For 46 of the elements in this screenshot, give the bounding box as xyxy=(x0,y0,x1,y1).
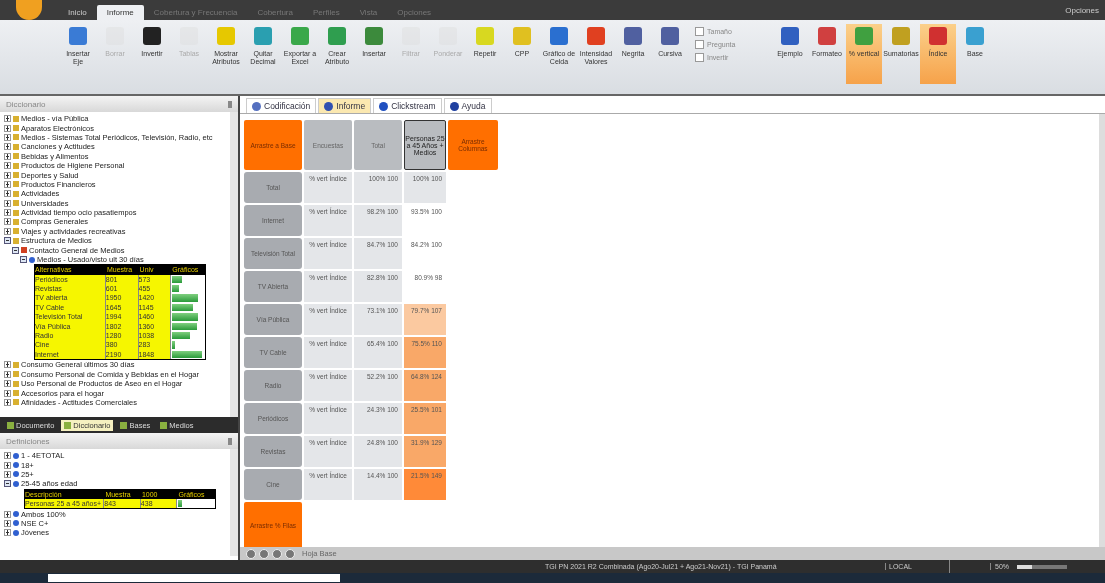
ribbon-tab[interactable]: Informe xyxy=(96,5,144,20)
nav-button-icon[interactable] xyxy=(285,548,295,559)
document-tab[interactable]: Codificación xyxy=(246,98,317,113)
expand-icon[interactable] xyxy=(4,171,11,179)
expand-icon[interactable] xyxy=(4,190,11,198)
collapse-icon[interactable] xyxy=(4,480,11,488)
expand-icon[interactable] xyxy=(4,209,11,217)
collapse-icon[interactable] xyxy=(20,256,27,264)
expand-icon[interactable] xyxy=(4,218,11,226)
expand-icon[interactable] xyxy=(4,380,11,388)
expand-icon[interactable] xyxy=(4,180,11,188)
app-logo-icon[interactable] xyxy=(16,0,42,20)
ribbon-tab[interactable]: Inicio xyxy=(58,5,97,20)
panel-title: Diccionario xyxy=(6,99,46,109)
expand-icon[interactable] xyxy=(4,162,11,170)
expand-icon[interactable] xyxy=(4,152,11,160)
expand-icon[interactable] xyxy=(4,398,11,406)
panel-title: Definiciones xyxy=(6,436,50,446)
expand-icon[interactable] xyxy=(4,361,11,369)
zoom-slider[interactable] xyxy=(1017,564,1067,569)
expand-icon[interactable] xyxy=(4,115,11,123)
document-tab[interactable]: Ayuda xyxy=(443,98,492,113)
nav-button-icon[interactable] xyxy=(246,548,256,559)
expand-icon[interactable] xyxy=(4,510,11,518)
pin-icon[interactable] xyxy=(228,437,232,445)
expand-icon[interactable] xyxy=(4,452,11,460)
expand-icon[interactable] xyxy=(4,227,11,235)
expand-icon[interactable] xyxy=(4,461,11,469)
document-tab[interactable]: Informe xyxy=(318,98,372,113)
search-field[interactable] xyxy=(48,574,340,582)
expand-icon[interactable] xyxy=(4,143,11,151)
expand-icon[interactable] xyxy=(4,519,11,527)
expand-icon[interactable] xyxy=(4,133,11,141)
expand-icon[interactable] xyxy=(4,124,11,132)
expand-icon[interactable] xyxy=(4,529,11,537)
expand-icon[interactable] xyxy=(4,470,11,478)
nav-button-icon[interactable] xyxy=(259,548,269,559)
document-tab[interactable]: Clickstream xyxy=(373,98,442,113)
pin-icon[interactable] xyxy=(228,100,232,108)
expand-icon[interactable] xyxy=(4,370,11,378)
collapse-icon[interactable] xyxy=(12,246,19,254)
expand-icon[interactable] xyxy=(4,199,11,207)
options-label[interactable]: Opciones xyxy=(1059,1,1105,19)
expand-icon[interactable] xyxy=(4,389,11,397)
nav-button-icon[interactable] xyxy=(272,548,282,559)
collapse-icon[interactable] xyxy=(4,237,11,245)
